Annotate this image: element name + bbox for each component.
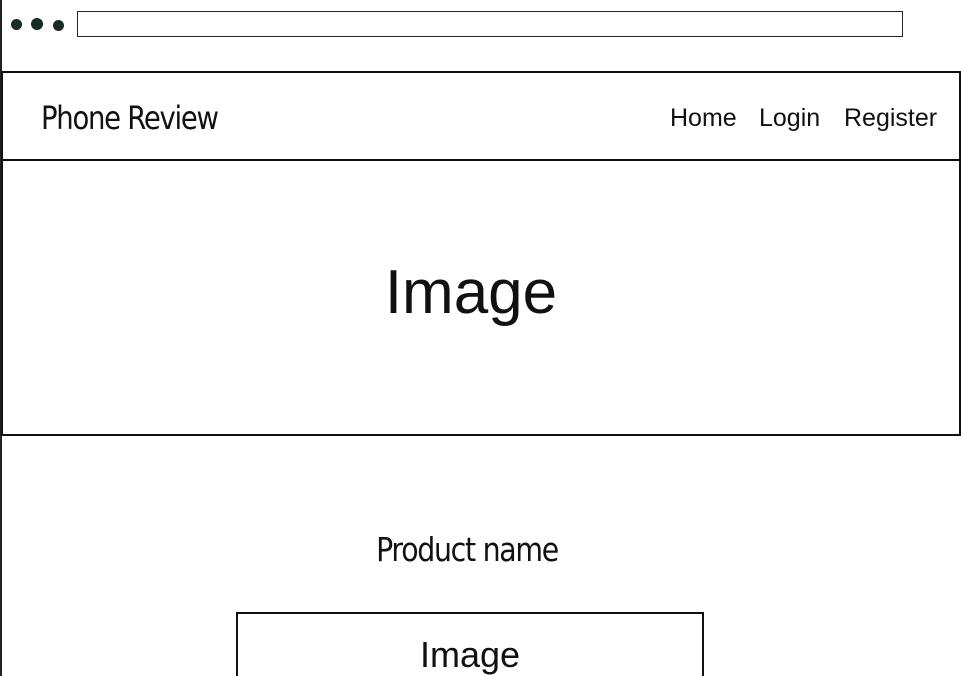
nav-link-home[interactable]: Home xyxy=(670,104,737,133)
nav-links: Home Login Register xyxy=(3,104,959,134)
window-control-dot-icon[interactable] xyxy=(11,19,22,30)
product-image-label: Image xyxy=(419,634,521,675)
product-name: Product name xyxy=(376,530,559,569)
nav-link-login[interactable]: Login xyxy=(759,104,820,133)
window-control-dot-icon[interactable] xyxy=(31,18,43,30)
browser-window: Phone Review Home Login Register Image P… xyxy=(0,0,961,676)
address-bar[interactable] xyxy=(77,11,903,37)
nav-link-register[interactable]: Register xyxy=(844,104,937,133)
product-image-placeholder: Image xyxy=(236,612,704,676)
navbar: Phone Review Home Login Register xyxy=(1,71,961,161)
hero-image-placeholder: Image xyxy=(1,159,961,436)
window-control-dot-icon[interactable] xyxy=(53,20,64,31)
hero-image-label: Image xyxy=(384,258,558,327)
